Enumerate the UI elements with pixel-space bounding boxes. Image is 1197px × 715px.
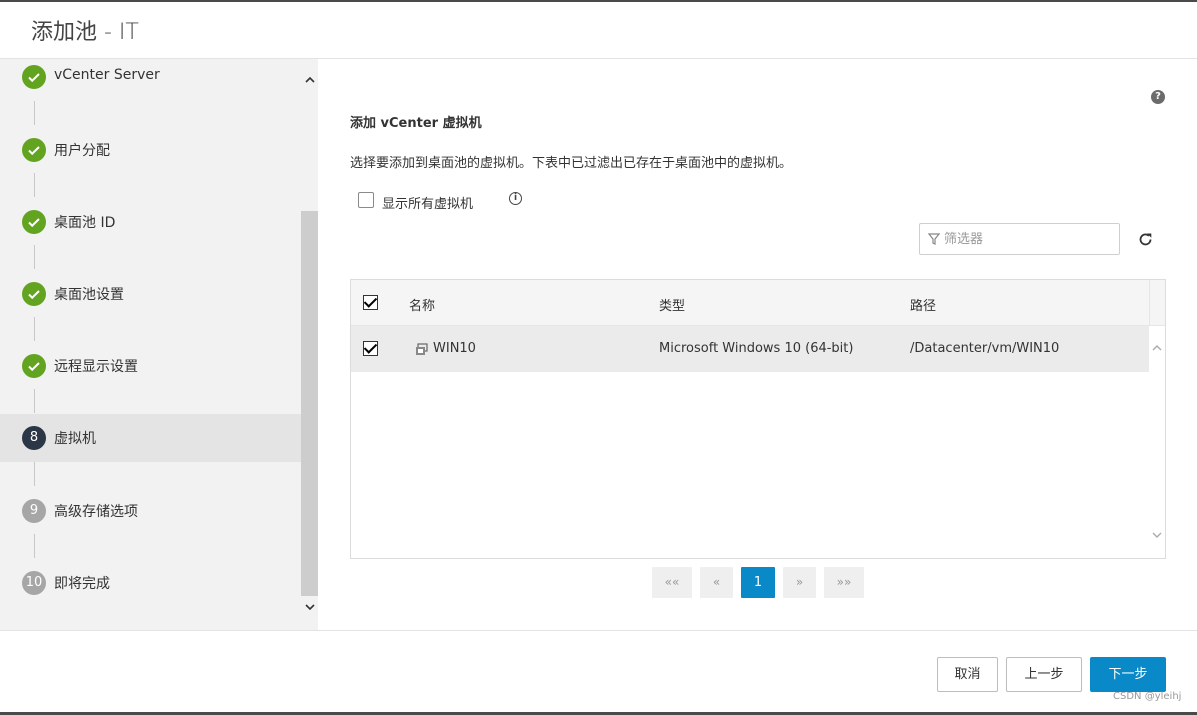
info-icon[interactable]: i — [509, 192, 522, 205]
step-label: 虚拟机 — [54, 431, 96, 447]
next-page-button[interactable]: » — [783, 567, 816, 598]
step-virtual-machines[interactable]: 8 虚拟机 — [0, 414, 301, 462]
step-connector — [34, 389, 35, 413]
filter-input[interactable] — [944, 229, 1114, 249]
wizard-steps-sidebar: vCenter Server 用户分配 桌面池 ID 桌面池设置 远程显示设置 … — [0, 59, 318, 630]
chevron-down-icon[interactable] — [301, 600, 318, 618]
current-page-button[interactable]: 1 — [741, 567, 775, 598]
next-button[interactable]: 下一步 — [1090, 657, 1166, 692]
step-connector — [34, 534, 35, 558]
check-icon — [22, 354, 46, 378]
step-label: 高级存储选项 — [54, 504, 138, 520]
table-scrollbar[interactable] — [1149, 326, 1165, 558]
step-number-badge: 10 — [22, 571, 46, 595]
step-label: vCenter Server — [54, 67, 160, 83]
refresh-icon[interactable] — [1137, 231, 1154, 248]
step-label: 桌面池 ID — [54, 215, 116, 231]
section-title: 添加 vCenter 虚拟机 — [350, 116, 482, 131]
vm-icon — [416, 343, 428, 355]
chevron-up-icon[interactable] — [1150, 342, 1164, 356]
column-header-name[interactable]: 名称 — [409, 295, 435, 314]
back-button[interactable]: 上一步 — [1006, 657, 1082, 692]
prev-page-button[interactable]: « — [700, 567, 733, 598]
main-content: ? 添加 vCenter 虚拟机 选择要添加到桌面池的虚拟机。下表中已过滤出已存… — [318, 59, 1197, 630]
check-icon — [22, 282, 46, 306]
step-connector — [34, 462, 35, 486]
step-remote-display-settings[interactable]: 远程显示设置 — [0, 342, 301, 390]
table-row[interactable]: WIN10 Microsoft Windows 10 (64-bit) /Dat… — [351, 326, 1149, 372]
table-header: 名称 类型 路径 — [351, 280, 1149, 326]
cancel-button[interactable]: 取消 — [937, 657, 998, 692]
select-all-checkbox[interactable] — [363, 295, 378, 310]
check-icon — [22, 210, 46, 234]
step-label: 远程显示设置 — [54, 359, 138, 375]
vm-path: /Datacenter/vm/WIN10 — [910, 341, 1060, 356]
sidebar-scroll-thumb[interactable] — [301, 211, 318, 596]
last-page-button[interactable]: »» — [824, 567, 864, 598]
vm-table: 名称 类型 路径 WIN10 Microsoft Windows 10 (64-… — [350, 279, 1166, 559]
filter-box[interactable] — [919, 223, 1120, 255]
step-pool-id[interactable]: 桌面池 ID — [0, 198, 301, 246]
dialog-header: 添加池 - IT — [0, 2, 1197, 59]
vm-name: WIN10 — [433, 341, 476, 356]
add-pool-dialog: 添加池 - IT vCenter Server 用户分配 桌面池 ID 桌面池设… — [0, 2, 1197, 712]
table-header-corner — [1149, 280, 1165, 326]
step-advanced-storage[interactable]: 9 高级存储选项 — [0, 487, 301, 535]
filter-icon — [928, 233, 940, 245]
section-description: 选择要添加到桌面池的虚拟机。下表中已过滤出已存在于桌面池中的虚拟机。 — [350, 156, 793, 171]
step-label: 用户分配 — [54, 143, 110, 159]
dialog-title: 添加池 - IT — [31, 20, 139, 45]
step-connector — [34, 173, 35, 197]
show-all-vms-checkbox[interactable] — [358, 192, 374, 208]
vm-type: Microsoft Windows 10 (64-bit) — [659, 341, 854, 356]
step-number-badge: 9 — [22, 499, 46, 523]
first-page-button[interactable]: «« — [652, 567, 692, 598]
column-header-type[interactable]: 类型 — [659, 295, 685, 314]
step-connector — [34, 317, 35, 341]
step-ready-to-complete[interactable]: 10 即将完成 — [0, 559, 301, 607]
step-pool-settings[interactable]: 桌面池设置 — [0, 270, 301, 318]
step-connector — [34, 245, 35, 269]
watermark: CSDN @yleihj — [1113, 691, 1182, 702]
help-icon[interactable]: ? — [1151, 90, 1165, 104]
step-label: 桌面池设置 — [54, 287, 124, 303]
show-all-vms-label[interactable]: 显示所有虚拟机 — [382, 193, 473, 212]
check-icon — [22, 65, 46, 89]
check-icon — [22, 138, 46, 162]
chevron-up-icon[interactable] — [301, 73, 318, 91]
row-checkbox[interactable] — [363, 341, 378, 356]
step-user-assignment[interactable]: 用户分配 — [0, 126, 301, 174]
dialog-footer: 取消 上一步 下一步 CSDN @yleihj — [0, 630, 1197, 712]
step-connector — [34, 101, 35, 125]
step-number-badge: 8 — [22, 426, 46, 450]
column-header-path[interactable]: 路径 — [910, 295, 936, 314]
chevron-down-icon[interactable] — [1150, 529, 1164, 543]
step-vcenter-server[interactable]: vCenter Server — [0, 59, 301, 101]
step-label: 即将完成 — [54, 576, 110, 592]
